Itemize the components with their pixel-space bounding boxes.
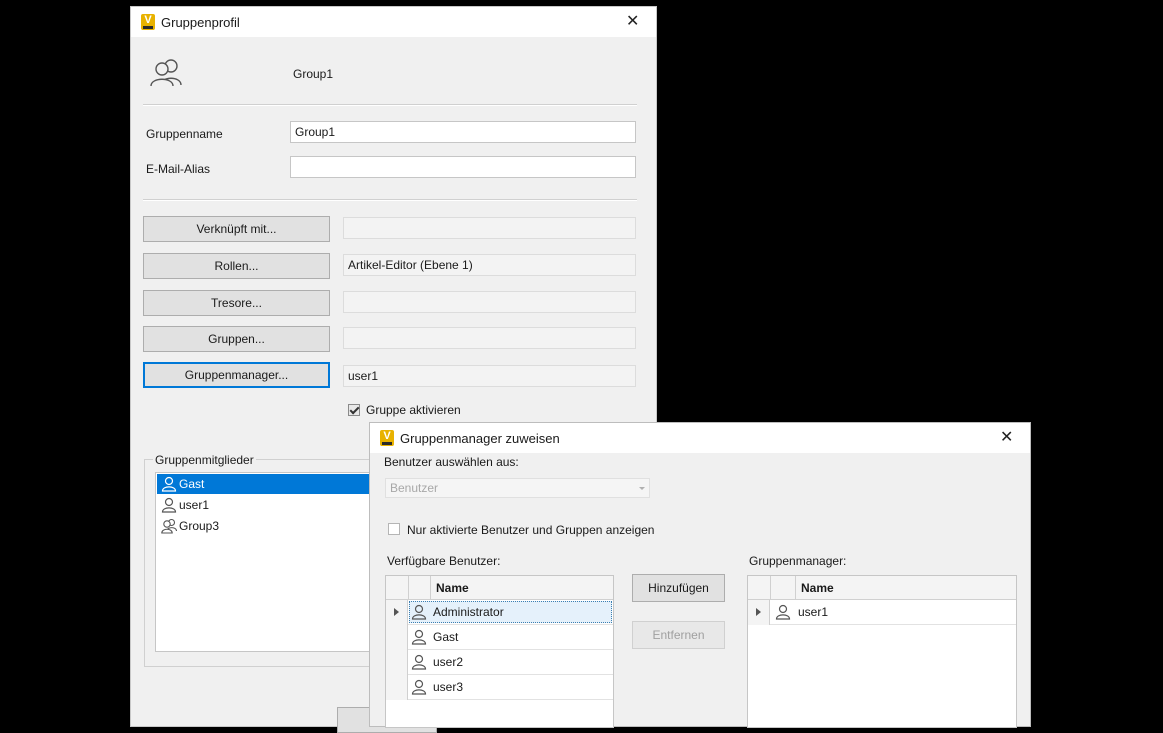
- table-row[interactable]: user1: [748, 600, 1016, 625]
- manager-name: user1: [798, 605, 829, 619]
- user-icon: [161, 476, 177, 492]
- table-row[interactable]: user2: [386, 650, 613, 675]
- user-icon: [411, 629, 427, 645]
- user-name: Gast: [433, 630, 459, 644]
- user-icon: [775, 604, 791, 620]
- available-users-label: Verfügbare Benutzer:: [387, 554, 501, 568]
- grid-header: Name: [386, 576, 613, 600]
- header-divider: [143, 104, 637, 106]
- table-row[interactable]: Gast: [386, 625, 613, 650]
- select-from-label: Benutzer auswählen aus:: [384, 455, 519, 469]
- email-alias-label: E-Mail-Alias: [146, 162, 211, 176]
- column-header-name[interactable]: Name: [436, 581, 469, 595]
- window-title: Gruppenprofil: [161, 15, 240, 30]
- roles-value: Artikel-Editor (Ebene 1): [343, 254, 636, 276]
- select-from-dropdown[interactable]: Benutzer: [385, 478, 650, 498]
- row-arrow-icon: [756, 608, 761, 616]
- members-label: Gruppenmitglieder: [153, 453, 256, 467]
- available-users-grid[interactable]: Name Administrator Gast user2 user3: [385, 575, 614, 728]
- groups-button[interactable]: Gruppen...: [143, 326, 330, 352]
- app-icon: V: [380, 430, 394, 446]
- member-name: Gast: [179, 477, 205, 491]
- enable-group-checkbox[interactable]: [348, 404, 360, 416]
- add-button[interactable]: Hinzufügen: [632, 574, 725, 602]
- assign-managers-window: V Gruppenmanager zuweisen ✕ Benutzer aus…: [369, 422, 1031, 728]
- user-icon: [411, 679, 427, 695]
- user-icon: [161, 497, 177, 513]
- enable-group-label: Gruppe aktivieren: [366, 403, 461, 417]
- groups-value: [343, 327, 636, 349]
- group-name-label: Gruppenname: [146, 127, 223, 141]
- table-row[interactable]: user3: [386, 675, 613, 700]
- remove-button[interactable]: Entfernen: [632, 621, 725, 649]
- group-managers-button[interactable]: Gruppenmanager...: [143, 362, 330, 388]
- roles-button[interactable]: Rollen...: [143, 253, 330, 279]
- group-avatar-icon: [150, 59, 182, 87]
- group-name-input[interactable]: Group1: [290, 121, 636, 143]
- group-managers-value: user1: [343, 365, 636, 387]
- close-icon[interactable]: ✕: [626, 11, 639, 31]
- app-icon: V: [141, 14, 155, 30]
- group-icon: [161, 518, 177, 534]
- select-from-value: Benutzer: [390, 481, 439, 495]
- member-name: Group3: [179, 519, 220, 533]
- grid-header: Name: [748, 576, 1016, 600]
- member-name: user1: [179, 498, 210, 512]
- close-icon[interactable]: ✕: [1000, 427, 1013, 447]
- chevron-down-icon: [639, 487, 645, 490]
- group-managers-label: Gruppenmanager:: [749, 554, 847, 568]
- linked-button[interactable]: Verknüpft mit...: [143, 216, 330, 242]
- linked-value: [343, 217, 636, 239]
- table-row[interactable]: Administrator: [386, 600, 613, 625]
- user-name: user3: [433, 680, 464, 694]
- user-icon: [411, 604, 427, 620]
- only-active-checkbox[interactable]: [388, 523, 400, 535]
- title-bar: V Gruppenprofil ✕: [131, 7, 656, 37]
- group-managers-grid[interactable]: Name user1: [747, 575, 1017, 728]
- window-title: Gruppenmanager zuweisen: [400, 431, 560, 446]
- only-active-label: Nur aktivierte Benutzer und Gruppen anze…: [407, 523, 655, 537]
- vaults-button[interactable]: Tresore...: [143, 290, 330, 316]
- title-bar: V Gruppenmanager zuweisen ✕: [370, 423, 1030, 453]
- column-header-name[interactable]: Name: [801, 581, 834, 595]
- header-group-name: Group1: [293, 67, 334, 81]
- vaults-value: [343, 291, 636, 313]
- user-name: user2: [433, 655, 464, 669]
- fields-divider: [143, 199, 637, 201]
- user-name: Administrator: [433, 605, 504, 619]
- row-arrow-icon: [394, 608, 399, 616]
- user-icon: [411, 654, 427, 670]
- email-alias-input[interactable]: [290, 156, 636, 178]
